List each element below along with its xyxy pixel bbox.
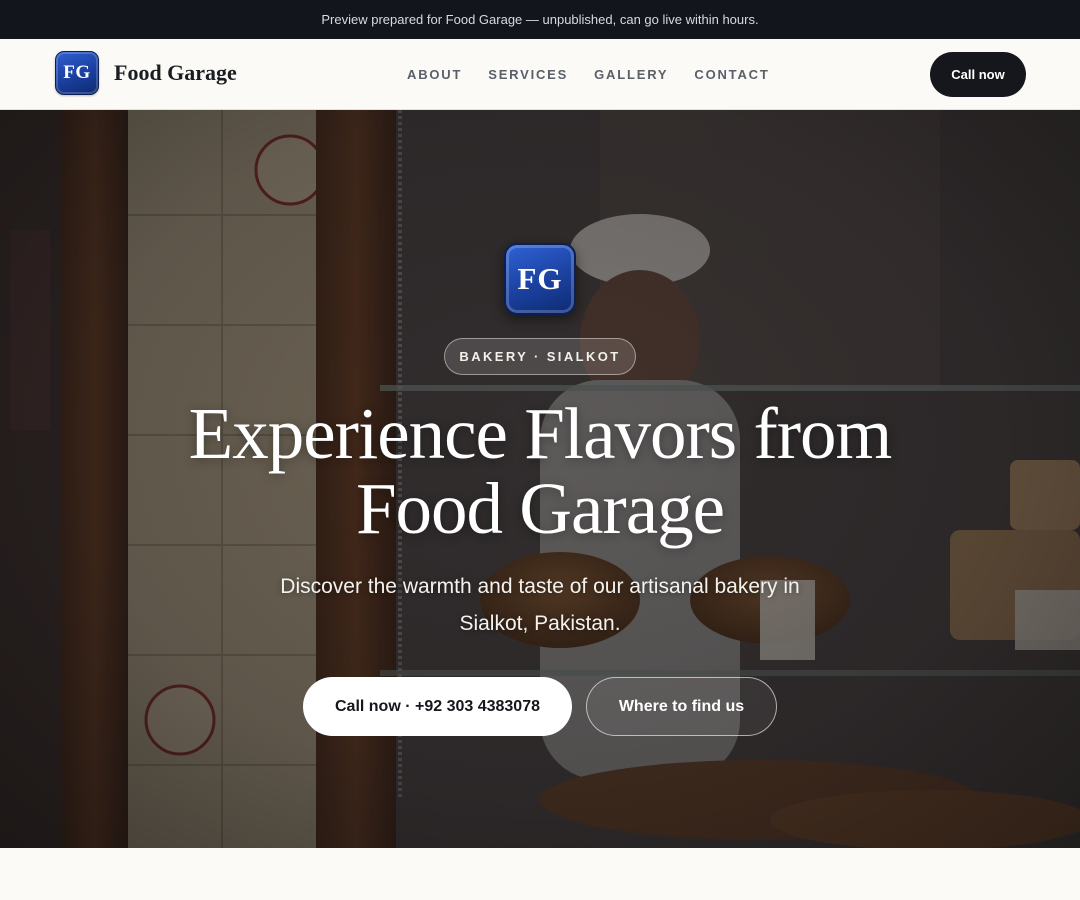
hero-logo-icon: FG — [504, 243, 576, 315]
nav-link-contact[interactable]: CONTACT — [694, 67, 769, 82]
brand-link[interactable]: FG Food Garage — [55, 51, 237, 95]
nav-link-services[interactable]: SERVICES — [488, 67, 568, 82]
preview-banner: Preview prepared for Food Garage — unpub… — [0, 0, 1080, 39]
site-header: FG Food Garage ABOUT SERVICES GALLERY CO… — [0, 39, 1080, 110]
find-us-button[interactable]: Where to find us — [586, 677, 777, 736]
call-now-button[interactable]: Call now · +92 303 4383078 — [303, 677, 572, 736]
brand-name: Food Garage — [114, 60, 237, 85]
preview-banner-text: Preview prepared for Food Garage — unpub… — [321, 12, 759, 27]
next-section — [0, 848, 1080, 900]
hero-title: Experience Flavors from Food Garage — [188, 393, 893, 549]
nav-link-about[interactable]: ABOUT — [407, 67, 462, 82]
hero-section: FG BAKERY · SIALKOT Experience Flavors f… — [0, 110, 1080, 848]
hero-content: FG BAKERY · SIALKOT Experience Flavors f… — [0, 110, 1080, 848]
brand-logo-icon: FG — [55, 51, 99, 95]
hero-category-tag: BAKERY · SIALKOT — [444, 338, 636, 375]
header-call-button[interactable]: Call now — [930, 52, 1026, 97]
hero-subtitle: Discover the warmth and taste of our art… — [280, 575, 800, 635]
main-nav: ABOUT SERVICES GALLERY CONTACT — [394, 39, 783, 109]
nav-link-gallery[interactable]: GALLERY — [594, 67, 668, 82]
